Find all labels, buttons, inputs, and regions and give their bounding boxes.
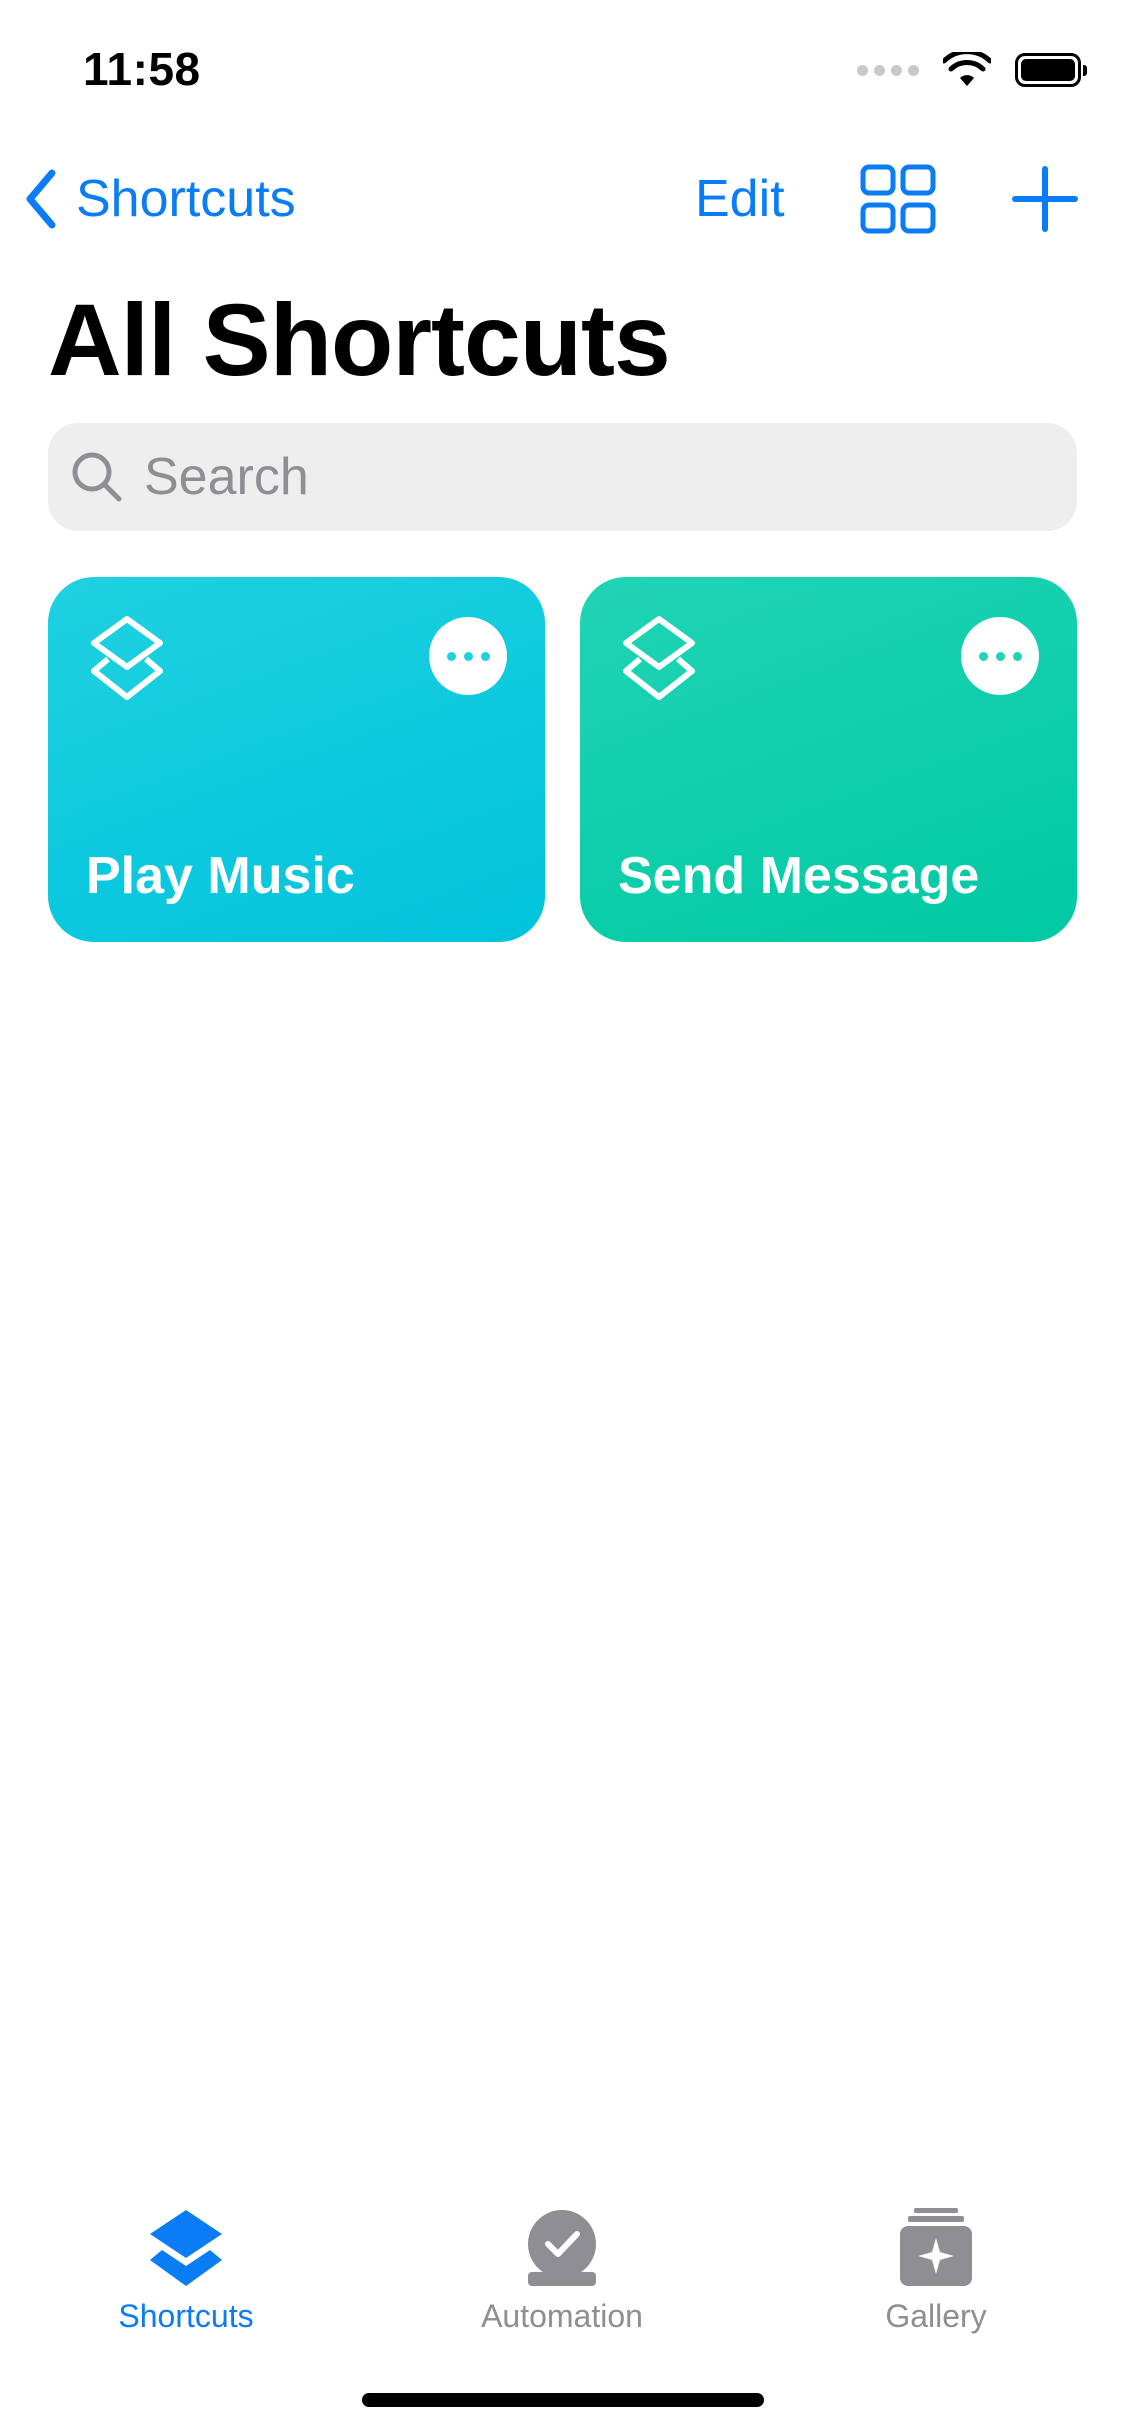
grid-icon — [860, 164, 936, 234]
home-indicator[interactable] — [362, 2393, 764, 2407]
sparkle-stack-icon — [900, 2208, 972, 2286]
battery-icon — [1015, 53, 1087, 87]
tab-gallery[interactable]: Gallery — [786, 2188, 1086, 2335]
wifi-icon — [943, 52, 991, 86]
plus-icon — [1012, 166, 1078, 232]
shortcut-tile-play-music[interactable]: Play Music — [48, 577, 545, 942]
shortcut-tile-send-message[interactable]: Send Message — [580, 577, 1077, 942]
ellipsis-icon — [446, 651, 456, 661]
tab-label: Automation — [481, 2298, 643, 2334]
shortcut-label: Play Music — [86, 847, 355, 905]
status-time: 11:58 — [83, 43, 201, 95]
more-options-button[interactable] — [429, 617, 507, 695]
search-input[interactable] — [142, 446, 946, 508]
status-indicators — [857, 48, 1087, 92]
back-button-label: Shortcuts — [76, 170, 296, 228]
grid-view-button[interactable] — [860, 164, 936, 234]
chevron-left-icon — [26, 169, 56, 229]
tab-shortcuts[interactable]: Shortcuts — [36, 2188, 336, 2335]
more-options-button[interactable] — [961, 617, 1039, 695]
shortcuts-layers-icon — [91, 616, 163, 700]
shortcut-label: Send Message — [618, 847, 980, 905]
page-title: All Shortcuts — [48, 283, 671, 397]
add-shortcut-button[interactable] — [1010, 164, 1080, 234]
back-button[interactable]: Shortcuts — [24, 160, 296, 238]
search-bar[interactable] — [48, 423, 1077, 531]
search-icon — [72, 452, 122, 502]
checkmark-circle-icon — [528, 2210, 596, 2286]
cellular-signal-icon — [857, 64, 919, 76]
tab-label: Gallery — [885, 2298, 987, 2334]
edit-button[interactable]: Edit — [695, 160, 785, 238]
tab-automation[interactable]: Automation — [412, 2188, 712, 2335]
ellipsis-icon — [978, 651, 988, 661]
shortcuts-layers-icon — [623, 616, 695, 700]
stack-icon — [150, 2210, 222, 2286]
tab-label: Shortcuts — [118, 2298, 254, 2334]
